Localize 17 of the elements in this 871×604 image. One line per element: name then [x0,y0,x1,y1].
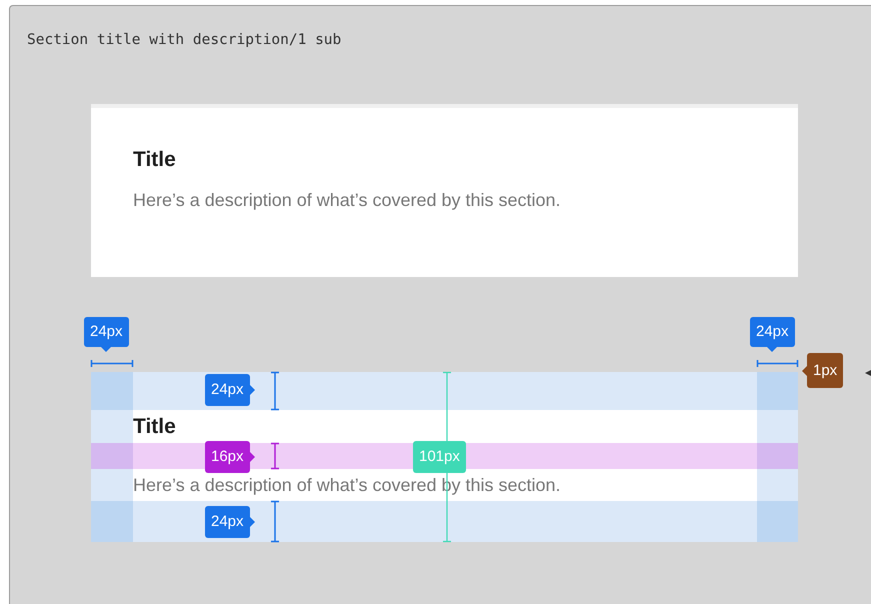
measurement-label: 16px [205,441,255,473]
dimension-line [271,443,279,469]
measurement-label: 24px [205,506,255,538]
section-title: Title [133,414,176,438]
dimension-line [271,501,279,542]
measurement-label: 24px [84,317,129,352]
measurement-label: 1px [802,353,844,388]
section-title: Title [133,148,176,172]
measurement-label: 101px [413,441,466,473]
frame-title: Section title with description/1 sub [27,31,342,50]
dimension-line [91,360,133,367]
section-description: Here’s a description of what’s covered by this section. [133,189,561,212]
measurement-label: 24px [750,317,795,352]
dimension-line [271,372,279,410]
arrow-icon [865,370,871,376]
measurement-label: 24px [205,374,255,406]
dimension-line [757,360,798,367]
